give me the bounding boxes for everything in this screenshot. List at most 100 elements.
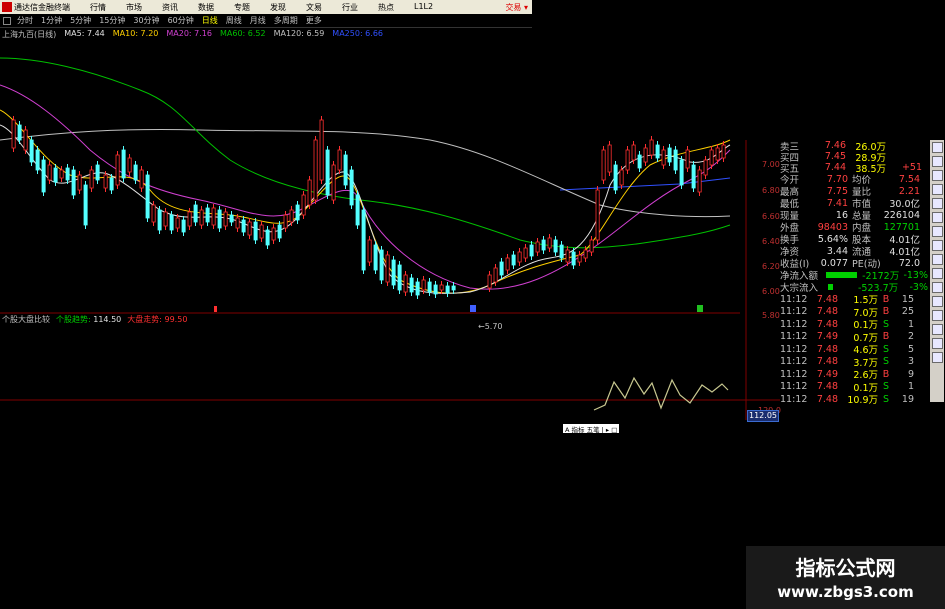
trend-label: 个股趋势: 114.50 bbox=[56, 315, 122, 324]
candle-body bbox=[715, 147, 720, 161]
tick-row: 11:12 7.48 10.9万 S 19 bbox=[780, 393, 914, 407]
candle-body bbox=[433, 284, 438, 295]
candle-body bbox=[427, 281, 432, 293]
tool-icon[interactable] bbox=[931, 324, 943, 335]
candle-body bbox=[349, 169, 354, 206]
candle-body bbox=[505, 257, 510, 271]
tool-icon[interactable] bbox=[931, 240, 943, 251]
candle-body bbox=[625, 149, 630, 171]
candle-body bbox=[721, 144, 726, 159]
sub-indicator-header: 个股大盘比较 个股趋势: 114.50 大盘走势: 99.50 bbox=[2, 314, 187, 324]
candle-body bbox=[691, 164, 696, 189]
candle-body bbox=[595, 189, 600, 241]
tick-row: 11:12 7.48 3.7万 S 3 bbox=[780, 356, 914, 369]
candle-body bbox=[709, 149, 714, 166]
y-label-2: 6.80 bbox=[762, 186, 780, 195]
tool-icon[interactable] bbox=[931, 296, 943, 307]
candle-body bbox=[343, 154, 348, 186]
candle-body bbox=[385, 254, 390, 283]
tool-icon[interactable] bbox=[931, 268, 943, 279]
right-toolbar bbox=[930, 140, 944, 402]
candle-body bbox=[535, 241, 540, 253]
candle-body bbox=[319, 119, 324, 181]
candle-body bbox=[361, 209, 366, 271]
tick-row: 11:12 7.48 0.1万 S 1 bbox=[780, 381, 914, 394]
candle-body bbox=[29, 139, 34, 163]
candle-body bbox=[247, 221, 252, 236]
candle-body bbox=[667, 147, 672, 163]
candle-body bbox=[41, 159, 46, 193]
candle-body bbox=[523, 247, 528, 259]
candle-body bbox=[193, 204, 198, 223]
candle-body bbox=[151, 204, 156, 223]
candle-body bbox=[307, 179, 312, 206]
tool-icon[interactable] bbox=[931, 198, 943, 209]
candle-body bbox=[589, 239, 594, 253]
tool-icon[interactable] bbox=[931, 212, 943, 223]
candle-body bbox=[121, 149, 126, 179]
candle-body bbox=[607, 144, 612, 173]
candle-body bbox=[59, 169, 64, 179]
sub-current-value: 112.05 bbox=[747, 410, 779, 422]
candle-body bbox=[235, 217, 240, 229]
candle-body bbox=[367, 239, 372, 263]
tick-row: 11:12 7.49 0.7万 B 2 bbox=[780, 331, 914, 344]
candle-body bbox=[289, 209, 294, 223]
candle-body bbox=[391, 259, 396, 286]
candle-body bbox=[541, 239, 546, 251]
watermark: 指标公式网 www.zbgs3.com bbox=[746, 546, 945, 609]
tool-icon[interactable] bbox=[931, 310, 943, 321]
candle-body bbox=[295, 204, 300, 221]
tool-icon[interactable] bbox=[931, 352, 943, 363]
candle-body bbox=[583, 249, 588, 259]
y-label-3: 6.60 bbox=[762, 212, 780, 221]
candle-body bbox=[643, 147, 648, 163]
candle-body bbox=[253, 221, 258, 241]
sub-indicator-name[interactable]: 个股大盘比较 bbox=[2, 314, 50, 324]
candle-body bbox=[127, 157, 132, 173]
candle-body bbox=[331, 164, 336, 201]
tick-row: 11:12 7.48 7.0万 B 25 bbox=[780, 306, 914, 319]
y-label-5: 6.20 bbox=[762, 262, 780, 271]
candle-body bbox=[355, 194, 360, 226]
tool-icon[interactable] bbox=[931, 156, 943, 167]
tool-icon[interactable] bbox=[931, 142, 943, 153]
candle-body bbox=[11, 119, 16, 149]
tool-icon[interactable] bbox=[931, 338, 943, 349]
candle-body bbox=[439, 284, 444, 291]
candle-body bbox=[379, 249, 384, 281]
watermark-url: www.zbgs3.com bbox=[777, 583, 914, 601]
candle-body bbox=[487, 274, 492, 289]
candle-body bbox=[301, 194, 306, 216]
candle-body bbox=[673, 149, 678, 171]
candle-body bbox=[17, 124, 22, 141]
candle-body bbox=[139, 169, 144, 189]
candle-body bbox=[565, 249, 570, 263]
tick-row: 11:12 7.48 1.5万 B 15 bbox=[780, 293, 914, 307]
quote-panel: 卖三 7.46 26.0万 买四 7.45 28.9万 买五 7.44 38.5万 +51 今开 7… bbox=[780, 140, 928, 406]
candle-body bbox=[157, 209, 162, 231]
candle-body bbox=[415, 281, 420, 296]
candle-body bbox=[47, 164, 52, 181]
tool-icon[interactable] bbox=[931, 170, 943, 181]
flow-bar bbox=[826, 272, 857, 278]
tool-icon[interactable] bbox=[931, 184, 943, 195]
candle-body bbox=[23, 129, 28, 151]
candle-body bbox=[337, 149, 342, 171]
tool-icon[interactable] bbox=[931, 254, 943, 265]
flow-bar bbox=[828, 284, 833, 290]
candle-body bbox=[199, 209, 204, 226]
candle-body bbox=[71, 169, 76, 196]
tool-icon[interactable] bbox=[931, 226, 943, 237]
candle-body bbox=[95, 164, 100, 181]
candle-body bbox=[175, 217, 180, 229]
tool-icon[interactable] bbox=[931, 282, 943, 293]
indicator-tabs[interactable]: A 指标 五笔 | ▸ □ bbox=[563, 424, 620, 434]
candle-body bbox=[703, 159, 708, 176]
y-label-1: 7.00 bbox=[762, 160, 780, 169]
candle-body bbox=[53, 167, 58, 183]
candle-body bbox=[83, 184, 88, 226]
candle-body bbox=[211, 207, 216, 226]
candle-body bbox=[181, 219, 186, 233]
candle-body bbox=[373, 244, 378, 271]
